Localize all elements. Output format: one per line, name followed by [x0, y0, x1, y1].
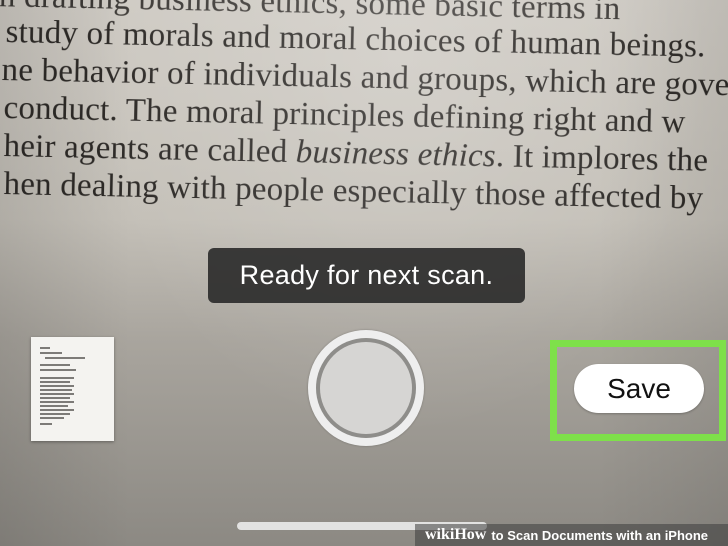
document-text-segment: . It implores the [495, 138, 709, 179]
thumbnail-line [40, 405, 68, 407]
status-toast: Ready for next scan. [208, 248, 525, 303]
thumbnail-line [40, 401, 74, 403]
thumbnail-line [40, 364, 70, 366]
watermark-how: How [454, 526, 487, 543]
document-text-segment: heir agents are called [3, 128, 297, 171]
thumbnail-line [40, 393, 74, 395]
thumbnail-line [40, 413, 70, 415]
thumbnail-line [40, 347, 50, 349]
thumbnail-line [40, 423, 52, 425]
watermark-title: to Scan Documents with an iPhone [491, 527, 709, 543]
thumbnail-line [40, 377, 74, 379]
thumbnail-line [40, 397, 70, 399]
thumbnail-line [40, 389, 72, 391]
thumbnail-line [40, 352, 62, 354]
thumbnail-line [40, 409, 74, 411]
shutter-core [320, 342, 412, 434]
save-button[interactable]: Save [574, 364, 704, 413]
document-text-italic: business ethics [295, 134, 497, 175]
thumbnail-line [40, 417, 64, 419]
watermark-wiki: wiki [425, 526, 455, 543]
thumbnail-line [40, 385, 74, 387]
shutter-button[interactable] [308, 330, 424, 446]
wikihow-watermark: wiki How to Scan Documents with an iPhone [415, 524, 728, 546]
thumbnail-line [40, 369, 76, 371]
scanned-page-thumbnail[interactable] [31, 337, 114, 441]
thumbnail-line [40, 381, 70, 383]
thumbnail-line [45, 357, 85, 359]
shutter-ring [316, 338, 416, 438]
